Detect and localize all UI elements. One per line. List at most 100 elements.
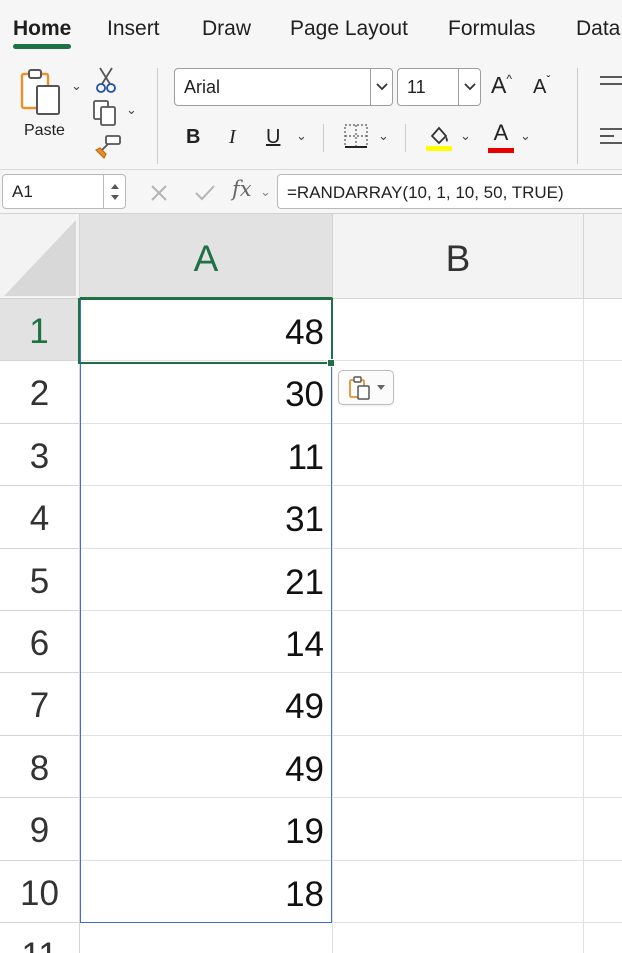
ribbon-home-panel: ⌄ Paste ⌄ Arial 11 A^ Aˇ B I U ⌄ ⌄ ⌄ A ⌄ xyxy=(0,56,622,170)
row-header-11[interactable]: 11 xyxy=(0,923,80,953)
cell-a7[interactable]: 49 xyxy=(80,673,333,736)
row-header-5[interactable]: 5 xyxy=(0,548,80,611)
underline-options-chevron-icon[interactable]: ⌄ xyxy=(296,128,307,144)
paste-options-button[interactable] xyxy=(338,370,394,405)
fill-color-icon[interactable] xyxy=(426,122,452,152)
cell-c5[interactable] xyxy=(584,549,622,611)
font-size-select[interactable]: 11 xyxy=(397,68,481,106)
row-header-2[interactable]: 2 xyxy=(0,361,80,424)
font-color-chevron-icon[interactable]: ⌄ xyxy=(520,128,531,144)
cell-c7[interactable] xyxy=(584,673,622,736)
cell-c3[interactable] xyxy=(584,424,622,487)
cell-b4[interactable] xyxy=(333,486,584,549)
cell-a9[interactable]: 19 xyxy=(80,798,333,861)
align-left-icon[interactable] xyxy=(600,126,622,146)
paste-icon xyxy=(20,69,60,115)
copy-options-chevron-icon[interactable]: ⌄ xyxy=(126,102,137,118)
italic-button[interactable]: I xyxy=(229,126,236,149)
font-color-button[interactable]: A xyxy=(488,120,514,153)
chevron-down-icon xyxy=(376,83,388,91)
fill-handle[interactable] xyxy=(327,359,335,367)
cell-b8[interactable] xyxy=(333,735,584,799)
group-separator xyxy=(157,68,158,164)
row-header-7[interactable]: 7 xyxy=(0,673,80,736)
cell-c9[interactable] xyxy=(584,798,622,861)
caret-down-icon: ˇ xyxy=(546,73,551,87)
cell-a2[interactable]: 30 xyxy=(80,361,333,424)
tab-data[interactable]: Data xyxy=(576,17,620,41)
copy-icon[interactable] xyxy=(92,99,120,127)
tab-home[interactable]: Home xyxy=(13,17,71,41)
font-family-value: Arial xyxy=(184,77,221,97)
cell-b3[interactable] xyxy=(333,423,584,487)
name-box-stepper[interactable] xyxy=(103,175,125,208)
cell-a5[interactable]: 21 xyxy=(80,548,333,611)
cell-a1[interactable]: 48 xyxy=(80,299,333,362)
cell-a8[interactable]: 49 xyxy=(80,735,333,799)
font-family-dropdown-button[interactable] xyxy=(370,69,392,105)
column-header-b[interactable]: B xyxy=(333,214,584,299)
row-header-9[interactable]: 9 xyxy=(0,798,80,861)
tab-formulas[interactable]: Formulas xyxy=(448,17,536,41)
font-family-select[interactable]: Arial xyxy=(174,68,393,106)
shrink-font-icon: A xyxy=(533,76,547,98)
tab-insert[interactable]: Insert xyxy=(107,17,160,41)
cell-c8[interactable] xyxy=(584,736,622,799)
row-header-8[interactable]: 8 xyxy=(0,735,80,799)
formula-input[interactable]: =RANDARRAY(10, 1, 10, 50, TRUE) xyxy=(277,174,622,209)
stepper-arrows-icon xyxy=(111,184,119,200)
cell-c11[interactable] xyxy=(584,923,622,953)
row-header-1[interactable]: 1 xyxy=(0,299,80,362)
increase-font-size-button[interactable]: A^ xyxy=(491,72,512,99)
formula-bar: A1 fx ⌄ =RANDARRAY(10, 1, 10, 50, TRUE) xyxy=(0,170,622,214)
tab-page-layout[interactable]: Page Layout xyxy=(290,17,408,41)
cell-b6[interactable] xyxy=(333,611,584,674)
fill-color-chevron-icon[interactable]: ⌄ xyxy=(460,128,471,144)
cell-c6[interactable] xyxy=(584,611,622,674)
borders-options-chevron-icon[interactable]: ⌄ xyxy=(378,128,389,144)
cell-b10[interactable] xyxy=(333,860,584,923)
format-painter-icon[interactable] xyxy=(94,134,122,160)
function-options-chevron-icon[interactable]: ⌄ xyxy=(260,184,271,200)
chevron-down-icon xyxy=(464,83,476,91)
cell-a11[interactable] xyxy=(80,923,333,953)
cell-c4[interactable] xyxy=(584,486,622,549)
row-header-10[interactable]: 10 xyxy=(0,860,80,923)
row-header-3[interactable]: 3 xyxy=(0,423,80,487)
insert-function-button[interactable]: fx xyxy=(232,177,252,201)
paste-button[interactable]: ⌄ Paste xyxy=(14,66,84,148)
row-header-6[interactable]: 6 xyxy=(0,611,80,674)
cell-a3[interactable]: 11 xyxy=(80,423,333,487)
align-top-icon[interactable] xyxy=(600,74,622,94)
font-size-dropdown-button[interactable] xyxy=(458,69,480,105)
cut-icon[interactable] xyxy=(95,66,117,94)
cancel-entry-icon[interactable] xyxy=(150,184,168,202)
font-size-value: 11 xyxy=(407,77,426,97)
row-header-4[interactable]: 4 xyxy=(0,486,80,549)
name-box-value: A1 xyxy=(12,182,33,201)
tab-draw[interactable]: Draw xyxy=(202,17,251,41)
cell-c10[interactable] xyxy=(584,861,622,923)
name-box[interactable]: A1 xyxy=(2,174,126,209)
cell-a10[interactable]: 18 xyxy=(80,860,333,923)
borders-icon[interactable] xyxy=(343,123,369,149)
select-all-corner[interactable] xyxy=(0,214,80,299)
paste-options-chevron-icon[interactable]: ⌄ xyxy=(71,78,82,94)
cell-b9[interactable] xyxy=(333,798,584,861)
cell-b11[interactable] xyxy=(333,923,584,953)
group-separator xyxy=(405,124,406,152)
cell-c1[interactable] xyxy=(584,299,622,362)
cell-b1[interactable] xyxy=(333,299,584,362)
cell-a4[interactable]: 31 xyxy=(80,486,333,549)
column-header-c[interactable] xyxy=(584,214,622,299)
underline-button[interactable]: U xyxy=(266,126,280,149)
cell-b7[interactable] xyxy=(333,673,584,736)
column-header-a[interactable]: A xyxy=(80,214,333,299)
cell-a6[interactable]: 14 xyxy=(80,611,333,674)
decrease-font-size-button[interactable]: Aˇ xyxy=(533,73,551,99)
cell-c2[interactable] xyxy=(584,361,622,424)
confirm-entry-icon[interactable] xyxy=(194,183,216,203)
formula-text: =RANDARRAY(10, 1, 10, 50, TRUE) xyxy=(287,183,564,202)
bold-button[interactable]: B xyxy=(186,126,200,149)
cell-b5[interactable] xyxy=(333,548,584,611)
